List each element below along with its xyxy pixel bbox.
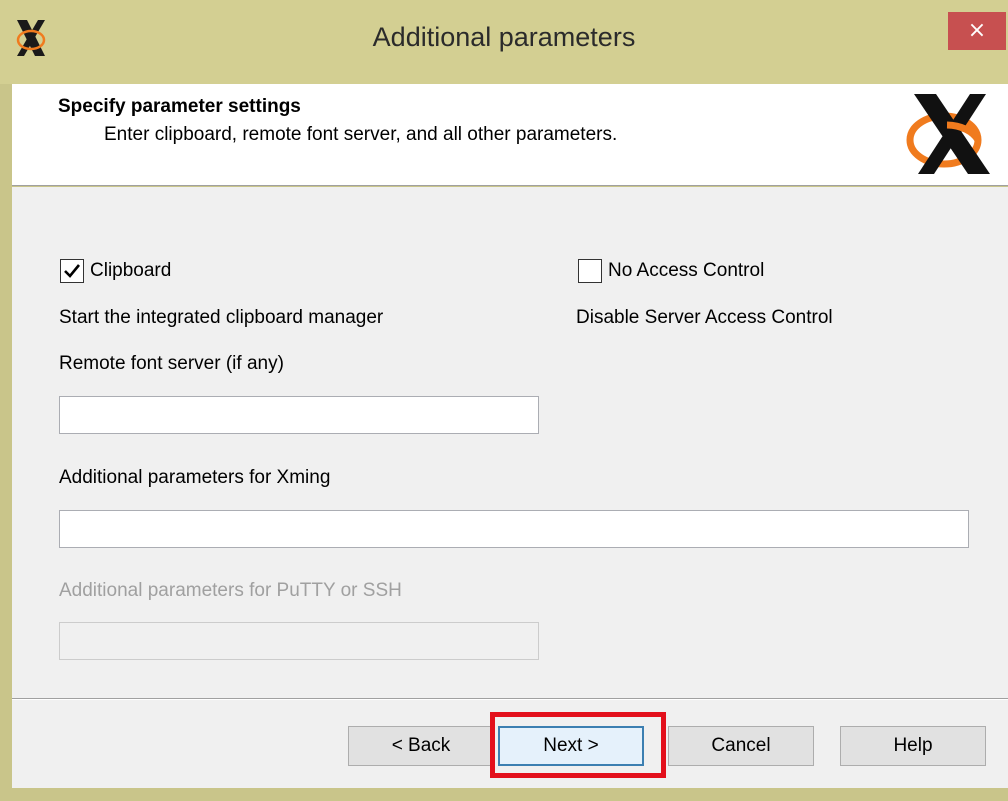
no-access-control-label: No Access Control (608, 260, 765, 281)
font-server-field[interactable] (59, 396, 539, 434)
putty-params-field (59, 622, 539, 660)
clipboard-checkbox-row[interactable]: Clipboard (60, 259, 171, 283)
clipboard-description: Start the integrated clipboard manager (59, 307, 384, 328)
no-access-control-description: Disable Server Access Control (576, 307, 833, 328)
checkmark-icon (64, 264, 81, 278)
x-logo-icon (906, 94, 990, 174)
close-button[interactable]: × (948, 12, 1006, 50)
close-icon: × (967, 18, 987, 43)
back-button[interactable]: < Back (348, 726, 494, 766)
wizard-body: Clipboard No Access Control Start the in… (12, 187, 1008, 699)
wizard-footer: < Back Next > Cancel Help (12, 700, 1008, 788)
header-title: Specify parameter settings (58, 96, 301, 117)
clipboard-label: Clipboard (90, 260, 172, 281)
no-access-control-checkbox[interactable] (578, 259, 602, 283)
next-button-highlight (490, 712, 666, 778)
font-server-label: Remote font server (if any) (59, 353, 284, 374)
font-server-input[interactable] (60, 397, 538, 433)
wizard-header: Specify parameter settings Enter clipboa… (12, 84, 1008, 186)
no-access-control-checkbox-row[interactable]: No Access Control (578, 259, 764, 283)
header-subtitle: Enter clipboard, remote font server, and… (104, 124, 618, 145)
xming-params-field[interactable] (59, 510, 969, 548)
window-title: Additional parameters (372, 22, 636, 52)
help-button[interactable]: Help (840, 726, 986, 766)
title-bar[interactable]: Additional parameters × (0, 0, 1008, 84)
clipboard-checkbox[interactable] (60, 259, 84, 283)
putty-params-label: Additional parameters for PuTTY or SSH (59, 580, 402, 601)
xming-params-input[interactable] (60, 511, 968, 547)
xming-params-label: Additional parameters for Xming (59, 467, 331, 488)
putty-params-input (60, 623, 538, 659)
cancel-button[interactable]: Cancel (668, 726, 814, 766)
dialog-window: Additional parameters × Specify paramete… (0, 0, 1008, 801)
